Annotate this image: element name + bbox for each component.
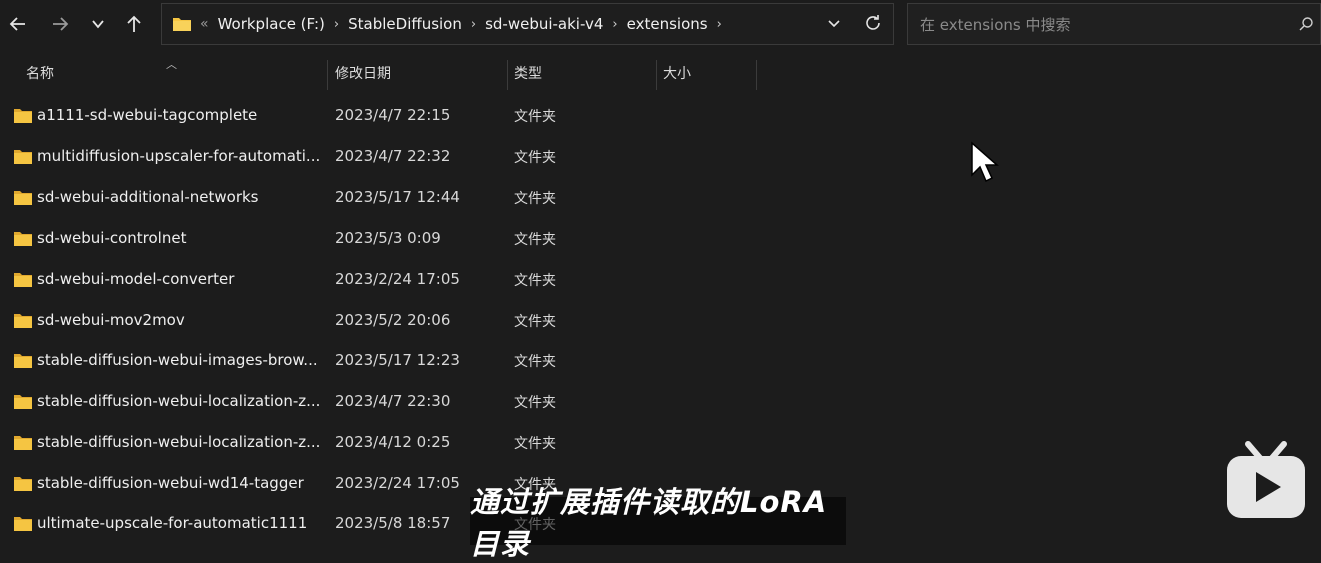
file-type: 文件夹 bbox=[514, 150, 556, 166]
search-input[interactable] bbox=[918, 4, 1292, 46]
arrow-left-icon bbox=[9, 17, 25, 31]
file-type: 文件夹 bbox=[514, 191, 556, 207]
breadcrumb: « Workplace (F:) › StableDiffusion › sd-… bbox=[200, 4, 731, 44]
chevron-right-icon[interactable]: › bbox=[612, 17, 617, 32]
file-name: stable-diffusion-webui-localization-z... bbox=[37, 433, 321, 451]
up-button[interactable] bbox=[118, 8, 150, 40]
column-header-name[interactable]: 名称 bbox=[26, 56, 54, 92]
column-divider[interactable] bbox=[656, 60, 657, 90]
folder-icon bbox=[173, 18, 191, 31]
folder-icon bbox=[14, 109, 32, 123]
file-type: 文件夹 bbox=[514, 314, 556, 330]
breadcrumb-overflow[interactable]: « bbox=[200, 16, 209, 32]
file-name: ultimate-upscale-for-automatic1111 bbox=[37, 514, 308, 532]
file-name: sd-webui-model-converter bbox=[37, 270, 235, 288]
bilibili-logo-icon bbox=[1227, 441, 1305, 518]
folder-icon bbox=[14, 273, 32, 287]
file-date: 2023/2/24 17:05 bbox=[335, 474, 460, 492]
file-date: 2023/5/17 12:44 bbox=[335, 188, 460, 206]
file-row[interactable]: sd-webui-additional-networks 2023/5/17 1… bbox=[0, 178, 900, 218]
file-name: sd-webui-controlnet bbox=[37, 229, 187, 247]
file-date: 2023/4/7 22:30 bbox=[335, 392, 451, 410]
breadcrumb-item-extensions[interactable]: extensions bbox=[627, 15, 708, 33]
video-subtitle: 通过扩展插件读取的LoRA目录 bbox=[470, 485, 846, 561]
arrow-right-icon bbox=[53, 17, 69, 31]
folder-icon bbox=[14, 150, 32, 164]
file-row[interactable]: stable-diffusion-webui-images-brow... 20… bbox=[0, 341, 900, 381]
refresh-icon[interactable] bbox=[863, 13, 883, 33]
folder-icon bbox=[14, 314, 32, 328]
file-type: 文件夹 bbox=[514, 395, 556, 411]
folder-icon bbox=[14, 436, 32, 450]
file-name: stable-diffusion-webui-localization-z... bbox=[37, 392, 321, 410]
column-header-size[interactable]: 大小 bbox=[663, 56, 691, 92]
address-dropdown-icon[interactable] bbox=[825, 14, 843, 32]
folder-icon bbox=[14, 232, 32, 246]
chevron-right-icon[interactable]: › bbox=[717, 17, 722, 32]
file-row[interactable]: sd-webui-mov2mov 2023/5/2 20:06 文件夹 bbox=[0, 301, 900, 341]
file-date: 2023/5/8 18:57 bbox=[335, 514, 451, 532]
address-bar[interactable]: « Workplace (F:) › StableDiffusion › sd-… bbox=[161, 3, 894, 45]
file-row[interactable]: multidiffusion-upscaler-for-automati... … bbox=[0, 137, 900, 177]
file-type: 文件夹 bbox=[514, 273, 556, 289]
sort-ascending-icon: ︿ bbox=[166, 58, 177, 71]
file-date: 2023/5/3 0:09 bbox=[335, 229, 441, 247]
file-row[interactable]: a1111-sd-webui-tagcomplete 2023/4/7 22:1… bbox=[0, 96, 900, 136]
file-name: a1111-sd-webui-tagcomplete bbox=[37, 106, 258, 124]
breadcrumb-item-sd-webui[interactable]: sd-webui-aki-v4 bbox=[485, 15, 603, 33]
file-type: 文件夹 bbox=[514, 436, 556, 452]
file-type: 文件夹 bbox=[514, 354, 556, 370]
mouse-cursor-icon bbox=[971, 141, 999, 183]
breadcrumb-item-drive[interactable]: Workplace (F:) bbox=[218, 15, 325, 33]
column-divider[interactable] bbox=[507, 60, 508, 90]
search-box[interactable] bbox=[907, 3, 1321, 46]
back-button[interactable] bbox=[2, 8, 34, 40]
column-divider[interactable] bbox=[327, 60, 328, 90]
file-name: sd-webui-mov2mov bbox=[37, 311, 185, 329]
forward-button[interactable] bbox=[44, 8, 76, 40]
recent-locations-button[interactable] bbox=[82, 8, 114, 40]
folder-icon bbox=[14, 517, 32, 531]
file-name: stable-diffusion-webui-wd14-tagger bbox=[37, 474, 304, 492]
chevron-right-icon[interactable]: › bbox=[471, 17, 476, 32]
column-divider[interactable] bbox=[756, 60, 757, 90]
column-header-type[interactable]: 类型 bbox=[514, 56, 542, 92]
breadcrumb-item-stablediffusion[interactable]: StableDiffusion bbox=[348, 15, 462, 33]
folder-icon bbox=[14, 354, 32, 368]
file-date: 2023/5/17 12:23 bbox=[335, 351, 460, 369]
file-name: multidiffusion-upscaler-for-automati... bbox=[37, 147, 321, 165]
folder-icon bbox=[14, 477, 32, 491]
file-row[interactable]: stable-diffusion-webui-localization-z...… bbox=[0, 382, 900, 422]
file-date: 2023/2/24 17:05 bbox=[335, 270, 460, 288]
folder-icon bbox=[14, 191, 32, 205]
file-type: 文件夹 bbox=[514, 232, 556, 248]
file-row[interactable]: sd-webui-model-converter 2023/2/24 17:05… bbox=[0, 260, 900, 300]
file-date: 2023/5/2 20:06 bbox=[335, 311, 451, 329]
file-type: 文件夹 bbox=[514, 109, 556, 125]
chevron-down-icon bbox=[92, 20, 104, 29]
file-date: 2023/4/7 22:15 bbox=[335, 106, 451, 124]
file-row[interactable]: sd-webui-controlnet 2023/5/3 0:09 文件夹 bbox=[0, 219, 900, 259]
chevron-right-icon[interactable]: › bbox=[334, 17, 339, 32]
arrow-up-icon bbox=[127, 15, 141, 32]
folder-icon bbox=[14, 395, 32, 409]
column-header-row: ︿ 名称 修改日期 类型 大小 bbox=[0, 56, 1321, 92]
search-icon[interactable] bbox=[1298, 16, 1314, 32]
file-row[interactable]: stable-diffusion-webui-localization-z...… bbox=[0, 423, 900, 463]
file-name: sd-webui-additional-networks bbox=[37, 188, 259, 206]
column-header-date[interactable]: 修改日期 bbox=[335, 56, 391, 92]
file-name: stable-diffusion-webui-images-brow... bbox=[37, 351, 318, 369]
file-date: 2023/4/12 0:25 bbox=[335, 433, 451, 451]
file-date: 2023/4/7 22:32 bbox=[335, 147, 451, 165]
